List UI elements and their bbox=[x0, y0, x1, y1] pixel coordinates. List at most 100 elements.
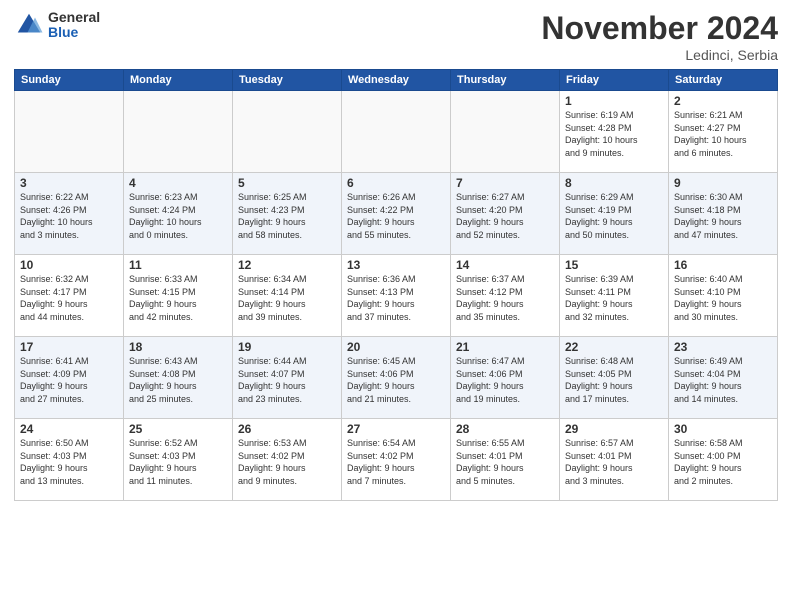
day-info: Sunrise: 6:50 AM Sunset: 4:03 PM Dayligh… bbox=[20, 437, 118, 487]
day-number: 13 bbox=[347, 258, 445, 272]
weekday-header: Tuesday bbox=[233, 70, 342, 91]
day-info: Sunrise: 6:23 AM Sunset: 4:24 PM Dayligh… bbox=[129, 191, 227, 241]
weekday-header: Saturday bbox=[669, 70, 778, 91]
day-number: 10 bbox=[20, 258, 118, 272]
calendar-cell: 15Sunrise: 6:39 AM Sunset: 4:11 PM Dayli… bbox=[560, 255, 669, 337]
calendar-cell: 7Sunrise: 6:27 AM Sunset: 4:20 PM Daylig… bbox=[451, 173, 560, 255]
calendar-cell: 29Sunrise: 6:57 AM Sunset: 4:01 PM Dayli… bbox=[560, 419, 669, 501]
day-info: Sunrise: 6:21 AM Sunset: 4:27 PM Dayligh… bbox=[674, 109, 772, 159]
day-number: 26 bbox=[238, 422, 336, 436]
weekday-header: Thursday bbox=[451, 70, 560, 91]
day-number: 29 bbox=[565, 422, 663, 436]
day-info: Sunrise: 6:40 AM Sunset: 4:10 PM Dayligh… bbox=[674, 273, 772, 323]
title-block: November 2024 Ledinci, Serbia bbox=[541, 10, 778, 63]
day-info: Sunrise: 6:29 AM Sunset: 4:19 PM Dayligh… bbox=[565, 191, 663, 241]
day-info: Sunrise: 6:25 AM Sunset: 4:23 PM Dayligh… bbox=[238, 191, 336, 241]
day-number: 6 bbox=[347, 176, 445, 190]
calendar-cell: 22Sunrise: 6:48 AM Sunset: 4:05 PM Dayli… bbox=[560, 337, 669, 419]
calendar-cell: 8Sunrise: 6:29 AM Sunset: 4:19 PM Daylig… bbox=[560, 173, 669, 255]
day-info: Sunrise: 6:27 AM Sunset: 4:20 PM Dayligh… bbox=[456, 191, 554, 241]
calendar-cell: 10Sunrise: 6:32 AM Sunset: 4:17 PM Dayli… bbox=[15, 255, 124, 337]
day-info: Sunrise: 6:22 AM Sunset: 4:26 PM Dayligh… bbox=[20, 191, 118, 241]
calendar-cell: 16Sunrise: 6:40 AM Sunset: 4:10 PM Dayli… bbox=[669, 255, 778, 337]
day-info: Sunrise: 6:37 AM Sunset: 4:12 PM Dayligh… bbox=[456, 273, 554, 323]
calendar-cell: 20Sunrise: 6:45 AM Sunset: 4:06 PM Dayli… bbox=[342, 337, 451, 419]
day-info: Sunrise: 6:34 AM Sunset: 4:14 PM Dayligh… bbox=[238, 273, 336, 323]
logo-general: General bbox=[48, 10, 100, 25]
calendar-row: 10Sunrise: 6:32 AM Sunset: 4:17 PM Dayli… bbox=[15, 255, 778, 337]
day-number: 15 bbox=[565, 258, 663, 272]
day-info: Sunrise: 6:47 AM Sunset: 4:06 PM Dayligh… bbox=[456, 355, 554, 405]
day-number: 18 bbox=[129, 340, 227, 354]
logo: General Blue bbox=[14, 10, 100, 41]
logo-icon bbox=[14, 10, 44, 40]
day-info: Sunrise: 6:36 AM Sunset: 4:13 PM Dayligh… bbox=[347, 273, 445, 323]
day-number: 5 bbox=[238, 176, 336, 190]
weekday-header: Wednesday bbox=[342, 70, 451, 91]
location: Ledinci, Serbia bbox=[541, 47, 778, 63]
day-info: Sunrise: 6:43 AM Sunset: 4:08 PM Dayligh… bbox=[129, 355, 227, 405]
calendar-cell: 23Sunrise: 6:49 AM Sunset: 4:04 PM Dayli… bbox=[669, 337, 778, 419]
day-info: Sunrise: 6:33 AM Sunset: 4:15 PM Dayligh… bbox=[129, 273, 227, 323]
calendar-cell: 4Sunrise: 6:23 AM Sunset: 4:24 PM Daylig… bbox=[124, 173, 233, 255]
day-number: 7 bbox=[456, 176, 554, 190]
day-info: Sunrise: 6:54 AM Sunset: 4:02 PM Dayligh… bbox=[347, 437, 445, 487]
day-number: 4 bbox=[129, 176, 227, 190]
day-info: Sunrise: 6:39 AM Sunset: 4:11 PM Dayligh… bbox=[565, 273, 663, 323]
calendar-row: 3Sunrise: 6:22 AM Sunset: 4:26 PM Daylig… bbox=[15, 173, 778, 255]
day-number: 30 bbox=[674, 422, 772, 436]
calendar-cell bbox=[124, 91, 233, 173]
day-number: 24 bbox=[20, 422, 118, 436]
day-number: 20 bbox=[347, 340, 445, 354]
day-info: Sunrise: 6:41 AM Sunset: 4:09 PM Dayligh… bbox=[20, 355, 118, 405]
day-number: 21 bbox=[456, 340, 554, 354]
calendar-cell: 26Sunrise: 6:53 AM Sunset: 4:02 PM Dayli… bbox=[233, 419, 342, 501]
calendar-row: 1Sunrise: 6:19 AM Sunset: 4:28 PM Daylig… bbox=[15, 91, 778, 173]
calendar-cell bbox=[342, 91, 451, 173]
calendar-cell: 5Sunrise: 6:25 AM Sunset: 4:23 PM Daylig… bbox=[233, 173, 342, 255]
day-number: 12 bbox=[238, 258, 336, 272]
day-info: Sunrise: 6:32 AM Sunset: 4:17 PM Dayligh… bbox=[20, 273, 118, 323]
day-info: Sunrise: 6:49 AM Sunset: 4:04 PM Dayligh… bbox=[674, 355, 772, 405]
calendar-cell: 6Sunrise: 6:26 AM Sunset: 4:22 PM Daylig… bbox=[342, 173, 451, 255]
calendar-cell bbox=[451, 91, 560, 173]
month-title: November 2024 bbox=[541, 10, 778, 47]
calendar-cell: 28Sunrise: 6:55 AM Sunset: 4:01 PM Dayli… bbox=[451, 419, 560, 501]
calendar-cell bbox=[15, 91, 124, 173]
weekday-header: Friday bbox=[560, 70, 669, 91]
day-number: 27 bbox=[347, 422, 445, 436]
day-info: Sunrise: 6:45 AM Sunset: 4:06 PM Dayligh… bbox=[347, 355, 445, 405]
calendar-cell: 30Sunrise: 6:58 AM Sunset: 4:00 PM Dayli… bbox=[669, 419, 778, 501]
day-number: 9 bbox=[674, 176, 772, 190]
weekday-header: Sunday bbox=[15, 70, 124, 91]
calendar-cell: 13Sunrise: 6:36 AM Sunset: 4:13 PM Dayli… bbox=[342, 255, 451, 337]
logo-blue: Blue bbox=[48, 25, 100, 40]
header: General Blue November 2024 Ledinci, Serb… bbox=[14, 10, 778, 63]
calendar-container: General Blue November 2024 Ledinci, Serb… bbox=[0, 0, 792, 612]
logo-text: General Blue bbox=[48, 10, 100, 41]
calendar-cell bbox=[233, 91, 342, 173]
calendar-row: 24Sunrise: 6:50 AM Sunset: 4:03 PM Dayli… bbox=[15, 419, 778, 501]
calendar-cell: 24Sunrise: 6:50 AM Sunset: 4:03 PM Dayli… bbox=[15, 419, 124, 501]
day-number: 17 bbox=[20, 340, 118, 354]
day-number: 28 bbox=[456, 422, 554, 436]
day-info: Sunrise: 6:55 AM Sunset: 4:01 PM Dayligh… bbox=[456, 437, 554, 487]
day-number: 8 bbox=[565, 176, 663, 190]
calendar-cell: 27Sunrise: 6:54 AM Sunset: 4:02 PM Dayli… bbox=[342, 419, 451, 501]
day-number: 3 bbox=[20, 176, 118, 190]
calendar-table: SundayMondayTuesdayWednesdayThursdayFrid… bbox=[14, 69, 778, 501]
calendar-cell: 11Sunrise: 6:33 AM Sunset: 4:15 PM Dayli… bbox=[124, 255, 233, 337]
day-number: 22 bbox=[565, 340, 663, 354]
day-number: 19 bbox=[238, 340, 336, 354]
day-info: Sunrise: 6:53 AM Sunset: 4:02 PM Dayligh… bbox=[238, 437, 336, 487]
weekday-header: Monday bbox=[124, 70, 233, 91]
day-info: Sunrise: 6:48 AM Sunset: 4:05 PM Dayligh… bbox=[565, 355, 663, 405]
day-number: 25 bbox=[129, 422, 227, 436]
day-info: Sunrise: 6:57 AM Sunset: 4:01 PM Dayligh… bbox=[565, 437, 663, 487]
calendar-cell: 9Sunrise: 6:30 AM Sunset: 4:18 PM Daylig… bbox=[669, 173, 778, 255]
calendar-cell: 19Sunrise: 6:44 AM Sunset: 4:07 PM Dayli… bbox=[233, 337, 342, 419]
calendar-cell: 18Sunrise: 6:43 AM Sunset: 4:08 PM Dayli… bbox=[124, 337, 233, 419]
day-number: 1 bbox=[565, 94, 663, 108]
calendar-row: 17Sunrise: 6:41 AM Sunset: 4:09 PM Dayli… bbox=[15, 337, 778, 419]
calendar-cell: 3Sunrise: 6:22 AM Sunset: 4:26 PM Daylig… bbox=[15, 173, 124, 255]
